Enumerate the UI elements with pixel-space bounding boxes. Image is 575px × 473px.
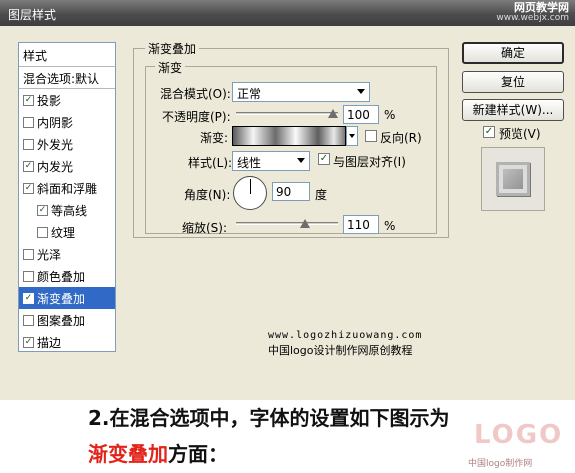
scale-label: 缩放(S): <box>182 221 228 235</box>
logo-watermark-text: LOGO <box>474 420 564 450</box>
style-label: 样式(L): <box>188 156 233 170</box>
gradient-label: 渐变: <box>200 131 229 145</box>
style-item-checkbox[interactable]: ✓ <box>23 292 34 304</box>
scale-unit: % <box>384 219 396 233</box>
angle-label: 角度(N): <box>184 188 231 202</box>
style-item-label: 外发光 <box>37 137 74 152</box>
angle-dial-hand <box>250 179 251 194</box>
gradient-subgroup-title: 渐变 <box>155 59 186 76</box>
caption-rest: 方面： <box>168 442 228 466</box>
styles-header[interactable]: 样式 <box>19 43 115 67</box>
style-item-label: 纹理 <box>51 225 76 240</box>
style-item-label: 光泽 <box>37 247 62 262</box>
styles-list: 样式 混合选项:默认 ✓ 投影 内阴影 外发光 ✓ 内发光 ✓ 斜面和浮雕 ✓ 等高线 纹理 光泽 颜色… <box>18 42 116 352</box>
style-item[interactable]: ✓ 内发光 <box>19 155 115 177</box>
layer-style-dialog: 图层样式 网页教学网 www.webjx.com 样式 混合选项:默认 ✓ 投影内… <box>0 0 575 400</box>
style-item-checkbox[interactable]: ✓ <box>23 336 34 348</box>
style-item-label: 投影 <box>37 93 62 108</box>
style-item[interactable]: 内阴影 <box>19 111 115 133</box>
angle-field[interactable]: 90 <box>272 182 310 201</box>
style-preview <box>481 147 545 211</box>
style-items: ✓ 投影 内阴影 外发光 ✓ 内发光 ✓ 斜面和浮雕 ✓ 等高线 纹理 光泽 颜色叠加 ✓ 渐变叠加 图案叠加… <box>19 89 115 353</box>
style-item[interactable]: ✓ 描边 <box>19 331 115 353</box>
chevron-down-icon <box>349 134 355 138</box>
reverse-checkbox[interactable] <box>365 130 377 142</box>
opacity-field[interactable]: 100 <box>343 105 379 124</box>
watermark-url: www.webjx.com <box>496 13 569 23</box>
style-item[interactable]: 图案叠加 <box>19 309 115 331</box>
scale-field[interactable]: 110 <box>343 215 379 234</box>
opacity-slider-thumb[interactable] <box>328 109 338 118</box>
reset-button[interactable]: 复位 <box>462 71 564 93</box>
style-item-checkbox[interactable] <box>23 116 34 128</box>
chevron-down-icon <box>357 89 365 94</box>
site-watermark: 网页教学网 www.webjx.com <box>496 2 569 24</box>
title-bar: 图层样式 网页教学网 www.webjx.com <box>0 0 575 26</box>
style-item-checkbox[interactable]: ✓ <box>23 182 34 194</box>
dialog-title: 图层样式 <box>8 8 57 22</box>
gradient-overlay-title: 渐变叠加 <box>145 40 200 57</box>
chevron-down-icon <box>297 158 305 163</box>
opacity-slider[interactable] <box>236 112 338 115</box>
style-item-checkbox[interactable] <box>23 270 34 282</box>
style-item[interactable]: 纹理 <box>19 221 115 243</box>
checkmark-icon: ✓ <box>484 126 494 137</box>
style-item-checkbox[interactable]: ✓ <box>23 160 34 172</box>
style-item-checkbox[interactable] <box>23 138 34 150</box>
caption-line-1: 2.在混合选项中，字体的设置如下图示为 <box>88 406 450 430</box>
style-item[interactable]: ✓ 斜面和浮雕 <box>19 177 115 199</box>
logo-watermark: LOGO 中国logo制作网 <box>468 420 568 470</box>
angle-dial[interactable] <box>233 176 267 210</box>
style-item[interactable]: ✓ 投影 <box>19 89 115 111</box>
scale-slider-thumb[interactable] <box>300 219 310 228</box>
blend-mode-label: 混合模式(O): <box>160 87 231 101</box>
style-item-label: 内阴影 <box>37 115 74 130</box>
reverse-label: 反向(R) <box>380 131 422 145</box>
preview-label: 预览(V) <box>499 127 541 141</box>
opacity-unit: % <box>384 108 396 122</box>
scale-slider[interactable] <box>236 222 338 225</box>
gradient-dropdown[interactable] <box>346 126 358 146</box>
preview-checkbox[interactable]: ✓ <box>483 126 495 138</box>
align-with-layer-label: 与图层对齐(I) <box>333 155 406 169</box>
style-item-label: 斜面和浮雕 <box>37 181 98 196</box>
preview-swatch <box>496 162 530 196</box>
style-item-checkbox[interactable] <box>23 314 34 326</box>
style-item-checkbox[interactable] <box>23 248 34 260</box>
credit-url: www.logozhizuowang.com <box>268 330 423 341</box>
blend-mode-value: 正常 <box>237 87 262 101</box>
new-style-button[interactable]: 新建样式(W)... <box>462 99 564 121</box>
angle-unit: 度 <box>315 188 328 202</box>
style-item[interactable]: 光泽 <box>19 243 115 265</box>
credit-text: 中国logo设计制作网原创教程 <box>268 344 413 357</box>
style-item-checkbox[interactable]: ✓ <box>37 204 48 216</box>
style-item-checkbox[interactable] <box>37 226 48 238</box>
checkmark-icon: ✓ <box>319 153 329 164</box>
caption-line-2: 渐变叠加方面： <box>88 438 228 467</box>
align-with-layer-checkbox[interactable]: ✓ <box>318 153 330 165</box>
blend-options-item[interactable]: 混合选项:默认 <box>19 67 115 89</box>
style-item[interactable]: ✓ 渐变叠加 <box>19 287 115 309</box>
ok-button[interactable]: 确定 <box>462 42 564 64</box>
style-select[interactable]: 线性 <box>232 151 310 171</box>
style-value: 线性 <box>237 156 262 170</box>
opacity-label: 不透明度(P): <box>162 110 231 124</box>
style-item-label: 渐变叠加 <box>37 291 86 306</box>
tutorial-credit: www.logozhizuowang.com 中国logo设计制作网原创教程 <box>268 328 422 358</box>
style-item-label: 描边 <box>37 335 62 350</box>
watermark-name: 网页教学网 <box>514 1 569 14</box>
gradient-swatch[interactable] <box>232 126 346 146</box>
style-item[interactable]: 颜色叠加 <box>19 265 115 287</box>
logo-watermark-sub: 中国logo制作网 <box>468 459 533 469</box>
style-item-label: 图案叠加 <box>37 313 86 328</box>
style-item-checkbox[interactable]: ✓ <box>23 94 34 106</box>
style-item-label: 等高线 <box>51 203 88 218</box>
style-item-label: 内发光 <box>37 159 74 174</box>
style-item[interactable]: ✓ 等高线 <box>19 199 115 221</box>
style-item-label: 颜色叠加 <box>37 269 86 284</box>
style-item[interactable]: 外发光 <box>19 133 115 155</box>
blend-mode-select[interactable]: 正常 <box>232 82 370 102</box>
caption-highlight: 渐变叠加 <box>88 442 168 466</box>
